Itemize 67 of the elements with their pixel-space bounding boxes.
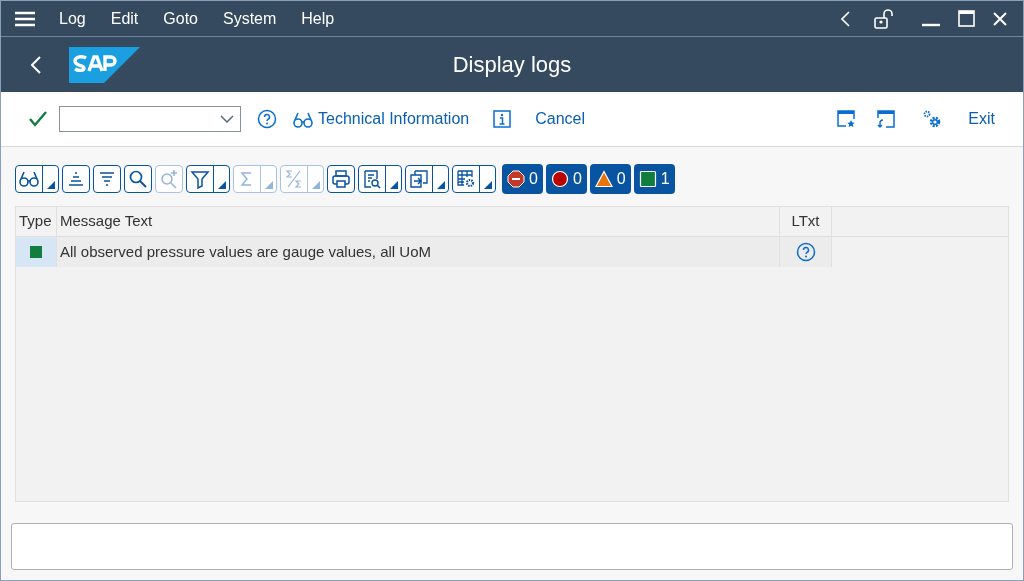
column-header[interactable]: Type — [16, 207, 57, 236]
padlock-icon[interactable] — [874, 8, 894, 29]
message-counter-button[interactable]: 0 — [502, 164, 543, 194]
toolbar-button[interactable] — [186, 165, 230, 193]
logo-icon — [69, 46, 140, 83]
toolbar-button[interactable] — [124, 165, 152, 193]
menu-item[interactable]: System — [222, 6, 277, 31]
grid-gear-icon — [456, 169, 476, 189]
toolbar-button[interactable] — [358, 165, 402, 193]
page-title: Display logs — [452, 51, 572, 79]
caret-icon — [312, 181, 320, 189]
stop-sign-icon — [507, 170, 525, 188]
menu-item[interactable]: Help — [301, 6, 335, 31]
toolbar-button[interactable] — [405, 165, 449, 193]
sort-ascending-icon — [66, 169, 86, 189]
toolbar-button[interactable] — [15, 165, 59, 193]
glasses-icon — [19, 169, 39, 189]
technical-information-button[interactable]: Technical Information — [293, 107, 470, 131]
close-icon[interactable] — [993, 11, 1007, 26]
error-circle-icon — [550, 170, 569, 188]
toolbar-button[interactable] — [452, 165, 496, 193]
column-header[interactable]: LTxt — [780, 207, 832, 236]
filter-icon — [190, 169, 210, 189]
new-window-icon[interactable] — [877, 110, 896, 128]
toolbar-button[interactable] — [93, 165, 121, 193]
menu-icon[interactable] — [15, 10, 35, 27]
caret-icon — [47, 181, 55, 189]
toolbar-button[interactable] — [62, 165, 90, 193]
menu-item[interactable]: Edit — [110, 6, 139, 31]
warning-triangle-icon — [594, 170, 613, 188]
message-counter-button[interactable]: 1 — [633, 164, 675, 194]
message-counter-button[interactable]: 0 — [545, 164, 587, 194]
sort-descending-icon — [97, 169, 117, 189]
list-search-icon — [362, 169, 382, 189]
menu-item[interactable]: Log — [59, 6, 86, 31]
table-cell: All observed pressure values are gauge values, all UoM — [57, 237, 780, 267]
printer-icon — [331, 169, 351, 189]
window-star-icon[interactable] — [837, 110, 856, 128]
maximize-icon[interactable] — [958, 10, 975, 27]
toolbar-button[interactable] — [327, 165, 355, 193]
help-icon[interactable] — [257, 109, 277, 129]
toolbar-button[interactable]: Cancel — [535, 107, 585, 131]
caret-icon — [484, 181, 492, 189]
success-square-icon — [638, 170, 657, 188]
info-icon[interactable] — [493, 110, 512, 128]
back-icon[interactable] — [841, 10, 850, 27]
status-square-icon — [30, 246, 42, 258]
checkmark-icon[interactable] — [29, 111, 47, 127]
caret-icon — [265, 181, 273, 189]
minimize-icon[interactable] — [922, 22, 940, 27]
search-plus-icon — [159, 169, 179, 189]
search-icon — [128, 169, 148, 189]
caret-icon — [390, 181, 398, 189]
glasses-icon — [293, 110, 313, 128]
dropdown-icon[interactable] — [220, 115, 234, 123]
column-header[interactable]: Message Text — [57, 207, 780, 236]
help-icon[interactable] — [795, 242, 816, 262]
gears-icon[interactable] — [923, 109, 943, 129]
caret-icon — [437, 181, 445, 189]
back-icon[interactable] — [31, 55, 41, 74]
message-counter-button[interactable]: 0 — [589, 164, 631, 194]
command-field[interactable] — [59, 106, 241, 132]
subtotal-icon — [284, 169, 304, 189]
menu-item[interactable]: Goto — [163, 6, 198, 31]
export-icon — [409, 169, 429, 189]
caret-icon — [218, 181, 226, 189]
toolbar-button[interactable]: Exit — [968, 107, 995, 131]
